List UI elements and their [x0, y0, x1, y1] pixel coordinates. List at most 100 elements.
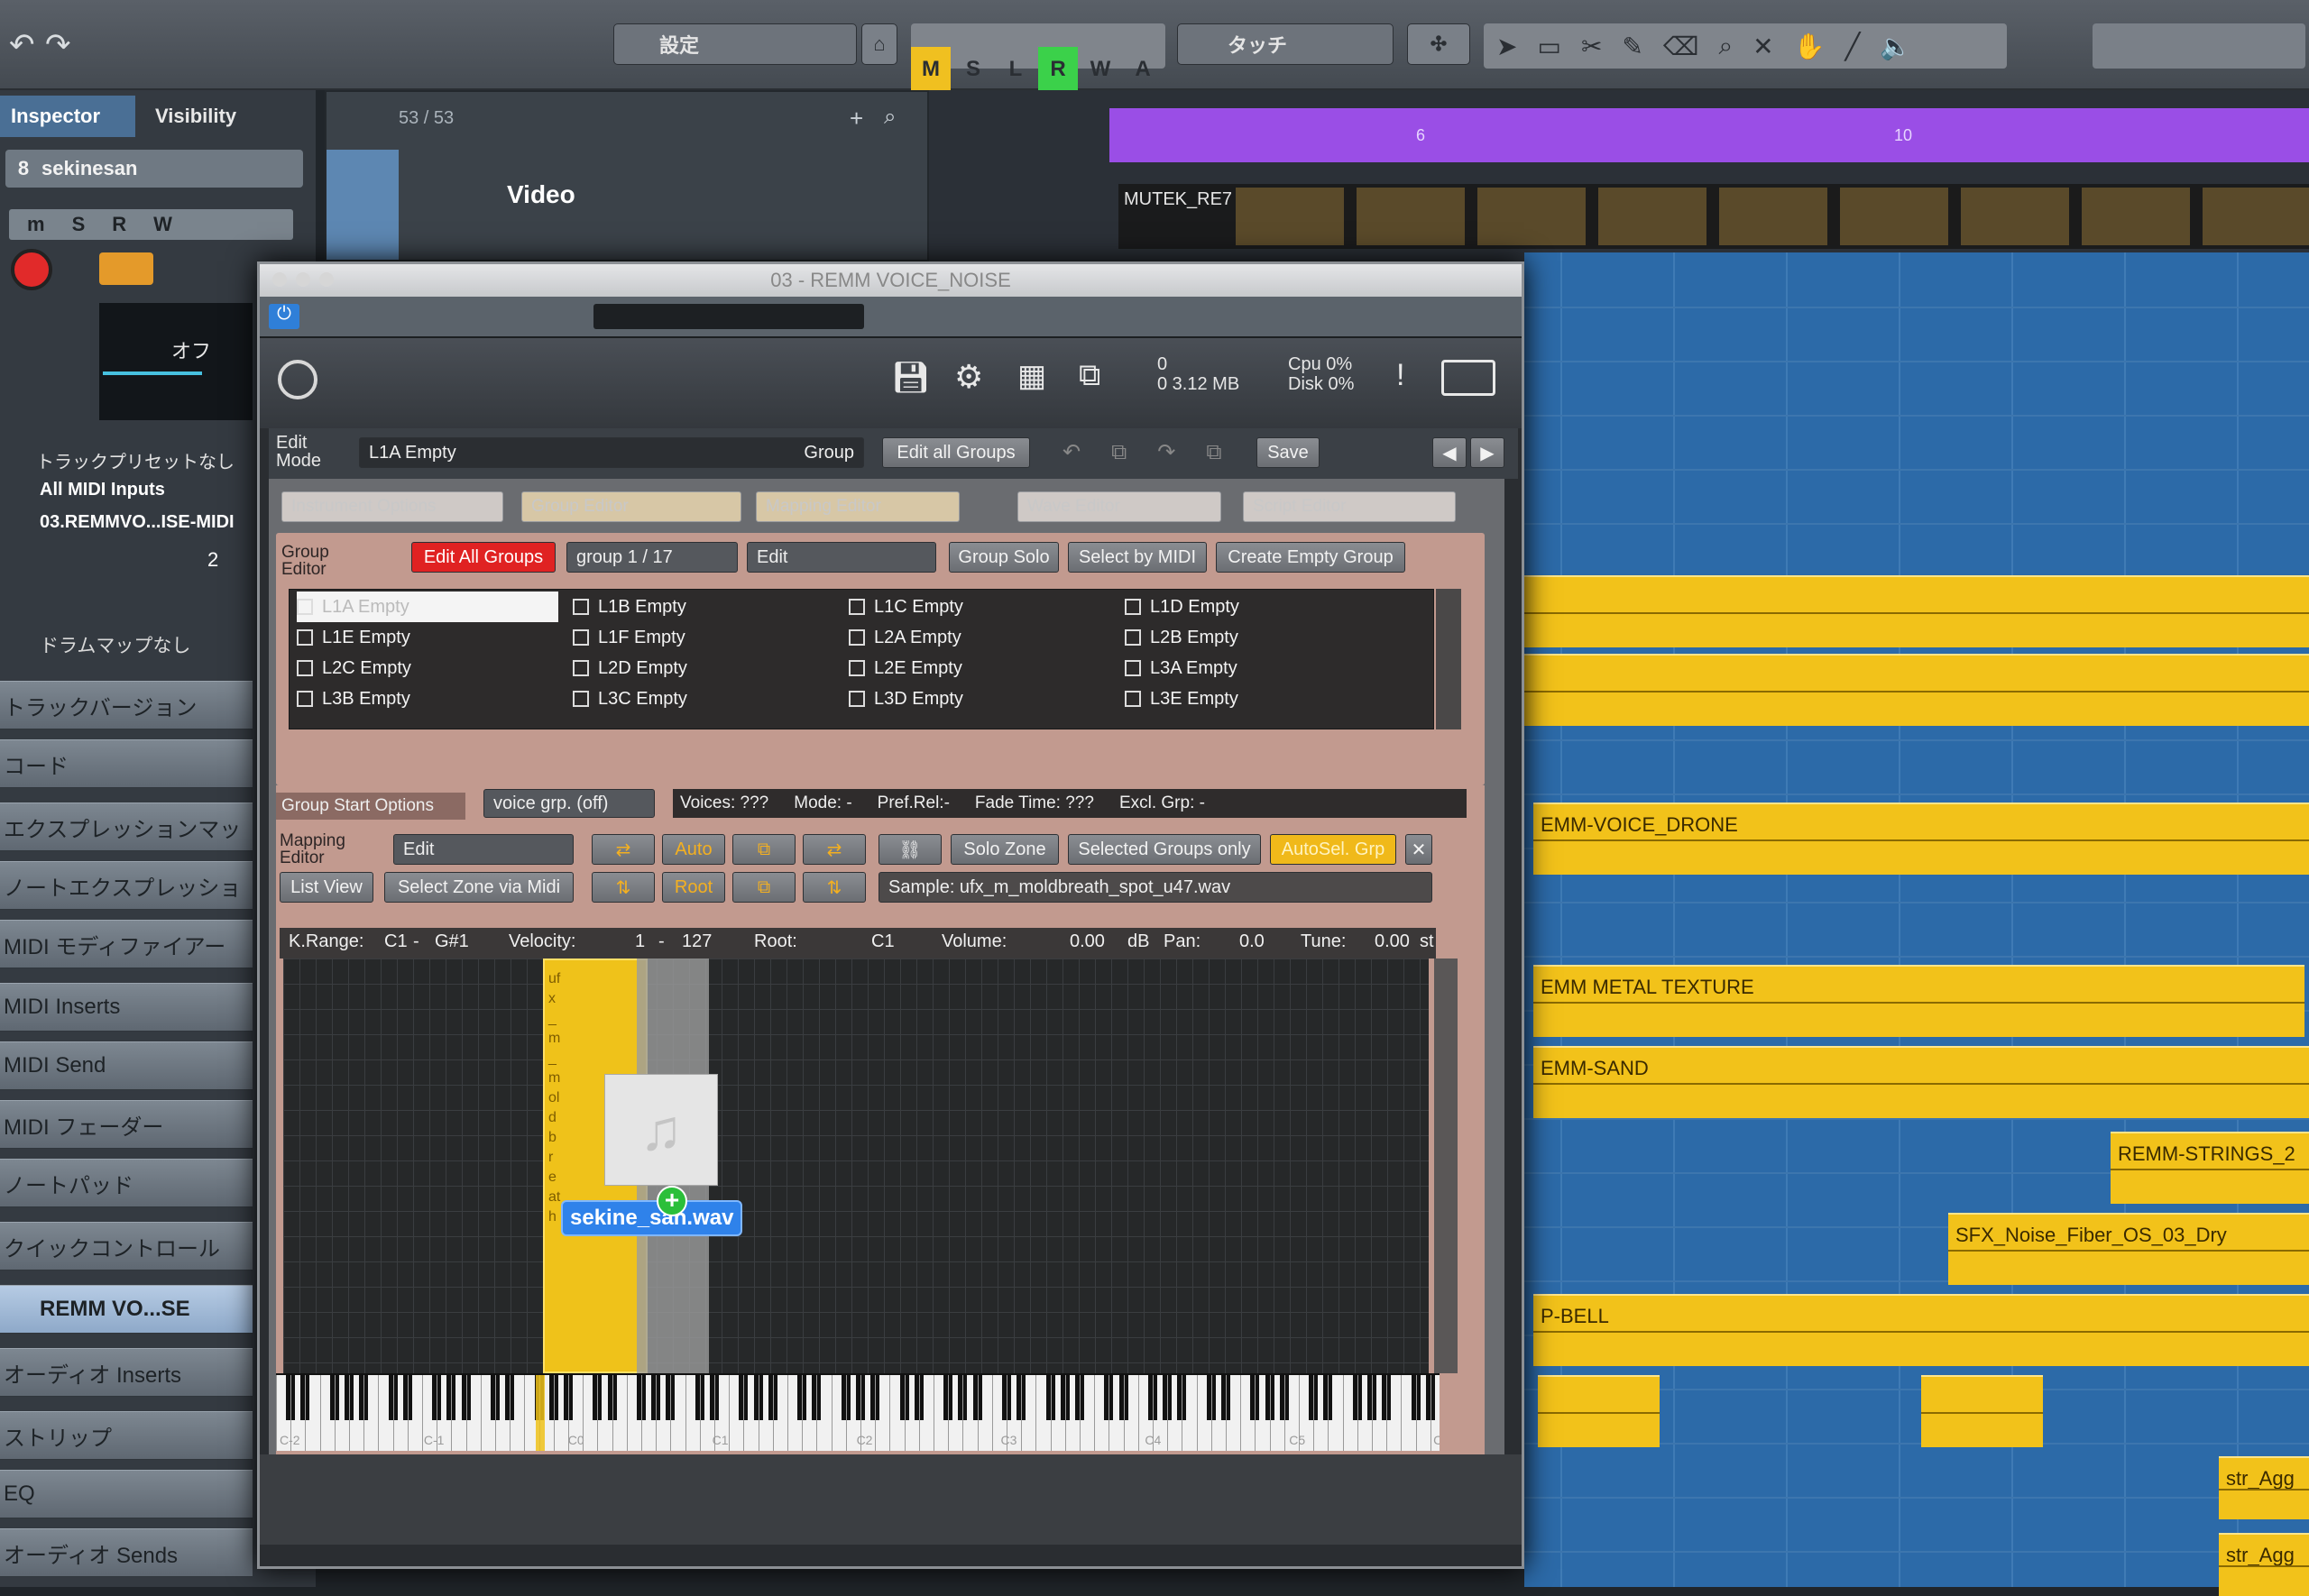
inspector-section-1[interactable]: コード — [0, 739, 253, 788]
white-key[interactable] — [1167, 1375, 1169, 1451]
autosel-grp-button[interactable]: AutoSel. Grp — [1270, 834, 1396, 865]
inspector-section-5[interactable]: MIDI Inserts — [0, 983, 253, 1032]
white-key[interactable] — [1035, 1375, 1037, 1451]
group-select[interactable]: group 1 / 17 — [566, 542, 738, 573]
save-button[interactable]: Save — [1256, 437, 1320, 468]
group-item[interactable]: L3A Empty — [1125, 653, 1237, 683]
mode-w[interactable]: W — [1081, 47, 1120, 92]
mode-a[interactable]: A — [1123, 47, 1163, 92]
white-key[interactable] — [1255, 1375, 1256, 1451]
group-checkbox[interactable] — [849, 691, 865, 707]
group-checkbox[interactable] — [297, 599, 313, 615]
group-start-options-label[interactable]: Group Start Options — [276, 793, 465, 820]
save-icon[interactable]: 💾︎ — [891, 360, 930, 396]
midi-output-select[interactable]: 03.REMMVO...ISE-MIDI — [0, 512, 262, 543]
white-key[interactable] — [962, 1375, 964, 1451]
inspector-section-13[interactable]: EQ — [0, 1470, 253, 1518]
mode-s[interactable]: S — [953, 47, 993, 92]
group-checkbox[interactable] — [1125, 599, 1141, 615]
power-icon[interactable]: ⏻ — [269, 304, 299, 329]
pref-rel-setting[interactable]: Pref.Rel:- — [878, 793, 950, 813]
selected-groups-only-button[interactable]: Selected Groups only — [1068, 834, 1261, 865]
white-key[interactable] — [772, 1375, 774, 1451]
group-checkbox[interactable] — [1125, 691, 1141, 707]
white-key[interactable] — [1357, 1375, 1358, 1451]
white-key[interactable] — [1094, 1375, 1096, 1451]
next-group-icon[interactable]: ▶ — [1470, 437, 1504, 468]
white-key[interactable] — [407, 1375, 409, 1451]
white-key[interactable] — [363, 1375, 365, 1451]
audio-clip[interactable]: str_Agg — [2219, 1456, 2309, 1519]
audio-clip[interactable] — [1921, 1375, 2043, 1447]
mapping-grid[interactable]: ufx_m_moldbreath ♫ sekine_san.wav + — [283, 959, 1429, 1373]
white-key[interactable] — [1210, 1375, 1212, 1451]
group-checkbox[interactable] — [573, 629, 589, 646]
group-item[interactable]: L1E Empty — [297, 622, 410, 653]
white-key[interactable] — [553, 1375, 555, 1451]
inspector-section-10[interactable]: REMM VO...SE — [0, 1285, 253, 1334]
preset-selector[interactable]: 設定 — [613, 23, 857, 65]
group-item[interactable]: L3D Empty — [849, 683, 963, 714]
white-key[interactable] — [1050, 1375, 1052, 1451]
audio-clip[interactable]: EMM METAL TEXTURE — [1533, 965, 2304, 1037]
white-key[interactable] — [510, 1375, 511, 1451]
prev-group-icon[interactable]: ◀ — [1432, 437, 1467, 468]
edit-all-groups-button[interactable]: Edit All Groups — [411, 542, 556, 573]
undo-redo-icons[interactable]: ↶⧉↷⧉ — [1063, 439, 1253, 465]
audio-clip[interactable]: EMM-SAND — [1533, 1046, 2309, 1118]
hand-tool-icon[interactable]: ✋ — [1794, 32, 1826, 61]
minimize-window-icon[interactable] — [296, 272, 310, 287]
group-item[interactable]: L2C Empty — [297, 653, 411, 683]
white-key[interactable] — [1021, 1375, 1023, 1451]
white-key[interactable] — [1415, 1375, 1417, 1451]
group-checkbox[interactable] — [573, 691, 589, 707]
root-value[interactable]: C1 — [871, 931, 895, 959]
tab-instrument-options[interactable]: Instrument Options — [281, 491, 503, 522]
white-key[interactable] — [334, 1375, 336, 1451]
audio-clip[interactable] — [1524, 575, 2309, 647]
inspector-section-0[interactable]: トラックバージョン — [0, 681, 253, 729]
group-item[interactable]: L1B Empty — [573, 592, 686, 622]
white-key[interactable] — [1080, 1375, 1081, 1451]
group-item[interactable]: L2D Empty — [573, 653, 687, 683]
white-key[interactable] — [422, 1375, 423, 1451]
plugin-preset-field[interactable] — [593, 304, 864, 329]
white-key[interactable] — [1401, 1375, 1403, 1451]
white-key[interactable] — [1313, 1375, 1315, 1451]
group-item[interactable]: L3E Empty — [1125, 683, 1238, 714]
white-key[interactable] — [1269, 1375, 1271, 1451]
white-key[interactable] — [495, 1375, 496, 1451]
tab-script-editor[interactable]: Script Editor — [1243, 491, 1456, 522]
vel-spread-icon[interactable]: ⇅ — [592, 872, 655, 903]
split-tool-icon[interactable]: ✂ — [1581, 32, 1602, 61]
tab-group-editor[interactable]: Group Editor — [521, 491, 741, 522]
white-key[interactable] — [1123, 1375, 1125, 1451]
link-zone-icon[interactable]: ⛓ — [879, 834, 942, 865]
search-icon[interactable]: ⌕ — [884, 105, 896, 130]
audio-clip[interactable]: EMM-VOICE_DRONE — [1533, 803, 2309, 875]
velocity-low[interactable]: 1 — [635, 931, 645, 959]
white-key[interactable] — [378, 1375, 380, 1451]
tune-value[interactable]: 0.00 — [1375, 931, 1410, 959]
monitor-button[interactable] — [99, 252, 153, 285]
pointer-tool-icon[interactable]: ➤ — [1496, 32, 1517, 61]
resize-icon[interactable]: ⧉ — [1079, 358, 1100, 393]
group-checkbox[interactable] — [573, 599, 589, 615]
pencil-tool-icon[interactable]: ✎ — [1622, 32, 1642, 61]
mute-tool-icon[interactable]: ✕ — [1752, 32, 1773, 61]
white-key[interactable] — [1342, 1375, 1344, 1451]
tab-inspector[interactable]: Inspector — [0, 96, 135, 137]
group-item[interactable]: L1F Empty — [573, 622, 685, 653]
group-item[interactable]: L3B Empty — [297, 683, 410, 714]
fade-time-setting[interactable]: Fade Time: ??? — [975, 793, 1094, 813]
white-key[interactable] — [597, 1375, 599, 1451]
pan-value[interactable]: 0.0 — [1239, 931, 1265, 959]
solo-button[interactable]: S — [72, 213, 86, 236]
white-key[interactable] — [392, 1375, 394, 1451]
white-key[interactable] — [1240, 1375, 1242, 1451]
white-key[interactable] — [641, 1375, 642, 1451]
create-empty-group-button[interactable]: Create Empty Group — [1216, 542, 1405, 573]
krange-low[interactable]: C1 — [384, 931, 408, 959]
tab-mapping-editor[interactable]: Mapping Editor — [756, 491, 960, 522]
white-key[interactable] — [977, 1375, 979, 1451]
